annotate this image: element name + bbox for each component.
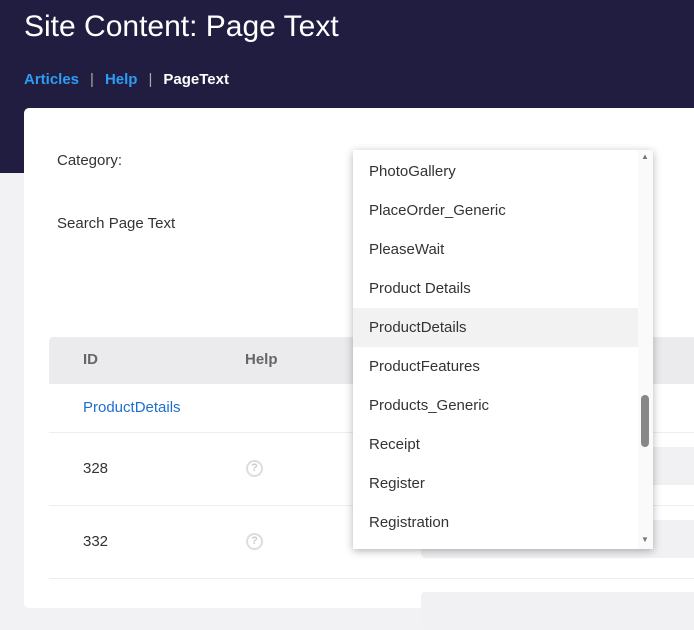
help-icon[interactable]: ? (246, 533, 263, 550)
row-id: 328 (83, 460, 109, 477)
dropdown-option[interactable]: Receipt (353, 425, 638, 464)
breadcrumb-help[interactable]: Help (105, 71, 138, 88)
scroll-up-icon[interactable]: ▲ (641, 152, 649, 161)
page-title: Site Content: Page Text (24, 10, 339, 43)
text-input[interactable] (421, 592, 694, 630)
breadcrumb-current: PageText (163, 71, 229, 88)
dropdown-option[interactable]: PlaceOrder_Generic (353, 191, 638, 230)
column-help: Help (245, 351, 278, 368)
breadcrumb: Articles | Help | PageText (24, 71, 229, 88)
category-label: Category: (57, 152, 123, 169)
dropdown-option[interactable]: Products_Generic (353, 386, 638, 425)
dropdown-option[interactable]: Product Details (353, 269, 638, 308)
dropdown-option[interactable]: PleaseWait (353, 230, 638, 269)
breadcrumb-articles[interactable]: Articles (24, 71, 79, 88)
dropdown-option[interactable]: ProductFeatures (353, 347, 638, 386)
search-label: Search Page Text (57, 215, 176, 232)
column-id: ID (83, 351, 98, 368)
category-dropdown-list[interactable]: PhotoGallery PlaceOrder_Generic PleaseWa… (353, 150, 653, 549)
row-id: 332 (83, 533, 109, 550)
dropdown-option-highlighted[interactable]: ProductDetails (353, 308, 638, 347)
scroll-down-icon[interactable]: ▼ (641, 535, 649, 544)
scrollbar[interactable]: ▲ ▼ (638, 150, 653, 549)
help-icon[interactable]: ? (246, 460, 263, 477)
breadcrumb-separator: | (148, 71, 153, 88)
dropdown-option[interactable]: Register (353, 464, 638, 503)
group-link[interactable]: ProductDetails (83, 399, 181, 416)
breadcrumb-separator: | (90, 71, 94, 88)
dropdown-option[interactable]: PhotoGallery (353, 152, 638, 191)
scrollbar-thumb[interactable] (641, 395, 649, 447)
dropdown-option[interactable]: Registration (353, 503, 638, 542)
